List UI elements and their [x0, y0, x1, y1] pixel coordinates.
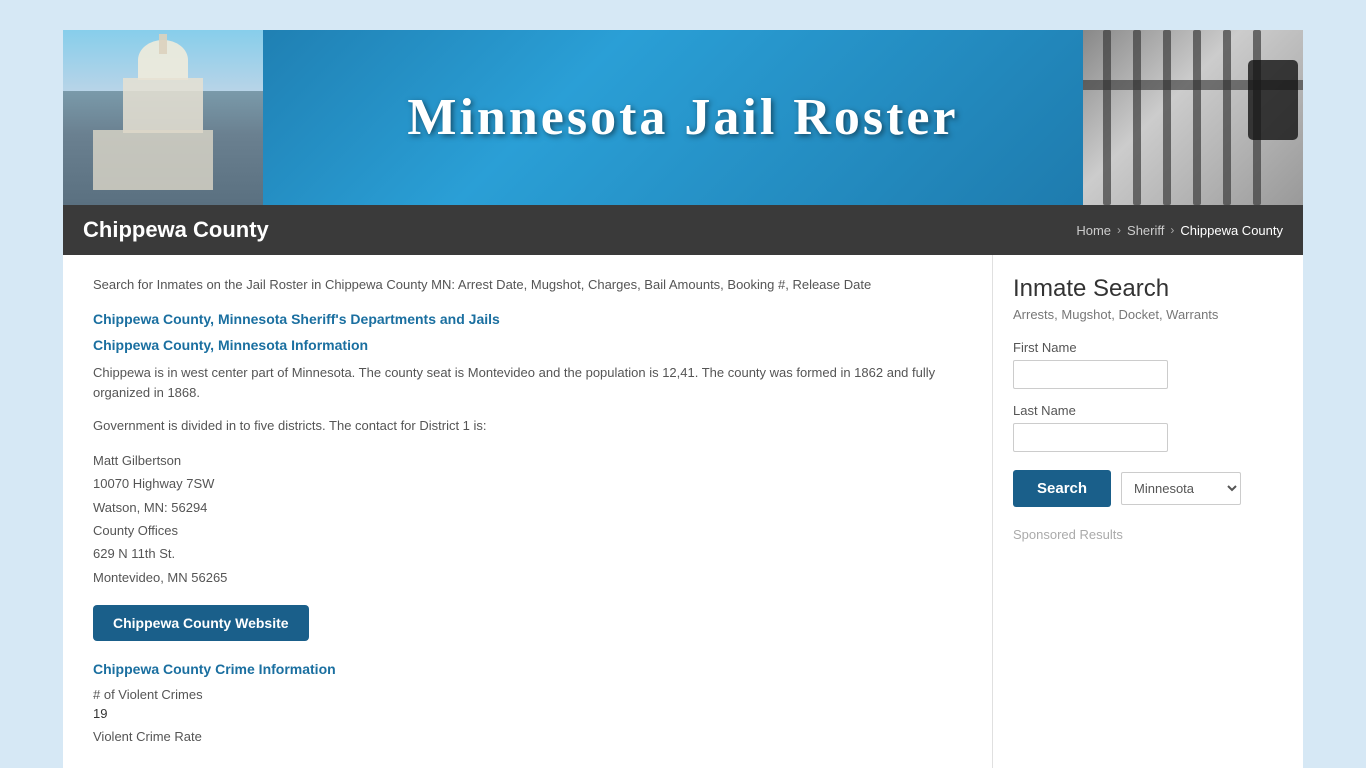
left-content: Search for Inmates on the Jail Roster in…: [63, 255, 993, 768]
crime-heading: Chippewa County Crime Information: [93, 661, 962, 677]
site-title: Minnesota Jail Roster: [407, 88, 958, 147]
capitol-image: [63, 30, 263, 205]
jail-bars-image: [1083, 30, 1303, 205]
info-para2: Government is divided in to five distric…: [93, 416, 962, 437]
page-title: Chippewa County: [83, 217, 269, 243]
contact-addr1: 10070 Highway 7SW: [93, 472, 962, 495]
info-heading: Chippewa County, Minnesota Information: [93, 337, 962, 353]
contact-address: Matt Gilbertson 10070 Highway 7SW Watson…: [93, 449, 962, 589]
breadcrumb-bar: Chippewa County Home › Sheriff › Chippew…: [63, 205, 1303, 255]
breadcrumb-sheriff[interactable]: Sheriff: [1127, 223, 1164, 238]
search-row: Search Minnesota Wisconsin Iowa North Da…: [1013, 470, 1283, 507]
main-container: Search for Inmates on the Jail Roster in…: [63, 255, 1303, 768]
state-select[interactable]: Minnesota Wisconsin Iowa North Dakota So…: [1121, 472, 1241, 505]
sponsored-label: Sponsored Results: [1013, 527, 1283, 542]
search-panel-subtitle: Arrests, Mugshot, Docket, Warrants: [1013, 307, 1283, 322]
info-para1: Chippewa is in west center part of Minne…: [93, 363, 962, 405]
search-button[interactable]: Search: [1013, 470, 1111, 507]
contact-addr3: County Offices: [93, 519, 962, 542]
search-panel-title: Inmate Search: [1013, 275, 1283, 303]
last-name-input[interactable]: [1013, 423, 1168, 452]
last-name-label: Last Name: [1013, 403, 1283, 418]
right-sidebar: Inmate Search Arrests, Mugshot, Docket, …: [993, 255, 1303, 768]
contact-addr4: 629 N 11th St.: [93, 542, 962, 565]
sheriffs-heading: Chippewa County, Minnesota Sheriff's Dep…: [93, 311, 962, 327]
violent-crime-rate-label: Violent Crime Rate: [93, 729, 962, 744]
county-website-button[interactable]: Chippewa County Website: [93, 605, 309, 641]
breadcrumb-sep-1: ›: [1117, 223, 1121, 237]
intro-text: Search for Inmates on the Jail Roster in…: [93, 275, 962, 295]
first-name-input[interactable]: [1013, 360, 1168, 389]
contact-addr2: Watson, MN: 56294: [93, 496, 962, 519]
breadcrumb: Home › Sheriff › Chippewa County: [1076, 223, 1283, 238]
breadcrumb-current: Chippewa County: [1180, 223, 1283, 238]
violent-crimes-label: # of Violent Crimes: [93, 687, 962, 702]
breadcrumb-sep-2: ›: [1170, 223, 1174, 237]
violent-crimes-value: 19: [93, 706, 962, 721]
first-name-label: First Name: [1013, 340, 1283, 355]
contact-name: Matt Gilbertson: [93, 449, 962, 472]
header-banner: Minnesota Jail Roster: [63, 30, 1303, 205]
contact-addr5: Montevideo, MN 56265: [93, 566, 962, 589]
breadcrumb-home[interactable]: Home: [1076, 223, 1111, 238]
